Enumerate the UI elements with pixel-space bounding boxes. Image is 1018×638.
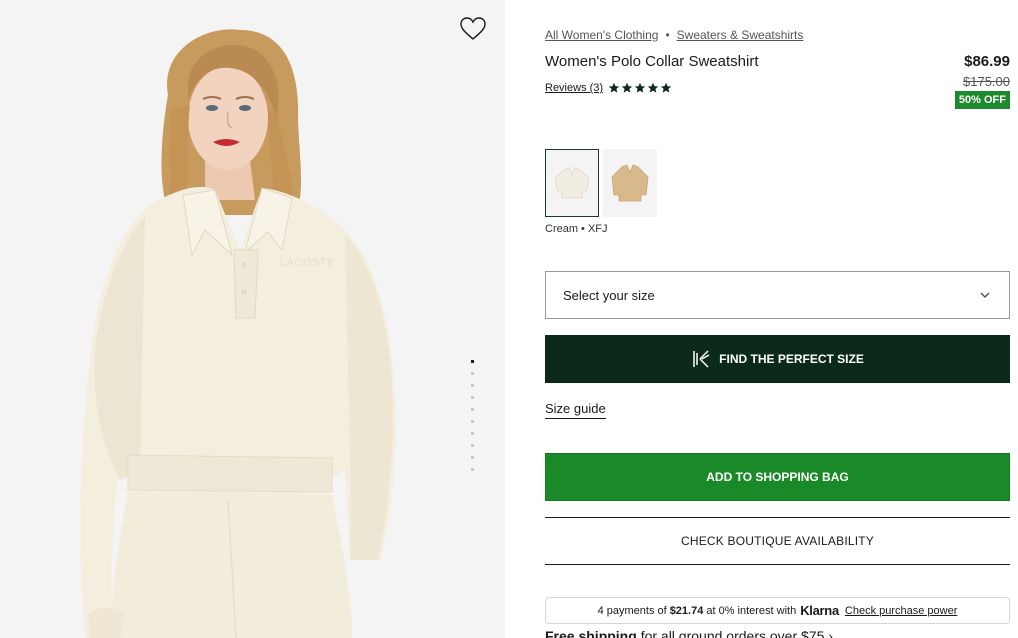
product-image: LACOSTE bbox=[80, 29, 396, 638]
chevron-down-icon bbox=[980, 292, 990, 299]
slide-dot[interactable] bbox=[471, 432, 474, 435]
klarna-prefix: 4 payments of bbox=[597, 604, 667, 617]
original-price: $175.00 bbox=[963, 74, 1010, 89]
price-box: $86.99 $175.00 50% OFF bbox=[954, 53, 1010, 109]
slide-dot[interactable] bbox=[471, 360, 474, 363]
breadcrumb: All Women's Clothing • Sweaters & Sweatshi… bbox=[545, 28, 803, 42]
breadcrumb-link-sweaters[interactable]: Sweaters & Sweatshirts bbox=[677, 28, 804, 42]
wishlist-heart-icon[interactable] bbox=[458, 15, 488, 43]
svg-text:LACOSTE: LACOSTE bbox=[280, 257, 335, 269]
discount-badge: 50% OFF bbox=[954, 91, 1010, 109]
breadcrumb-link-womens-clothing[interactable]: All Women's Clothing bbox=[545, 28, 658, 42]
product-info-panel: All Women's Clothing • Sweaters & Sweatshi… bbox=[545, 0, 1010, 638]
klarna-amount: $21.74 bbox=[669, 604, 704, 617]
size-select[interactable]: Select your size bbox=[545, 271, 1010, 319]
klarna-logo: Klarna bbox=[800, 603, 839, 618]
kiwi-sizing-icon bbox=[693, 350, 710, 368]
slide-dot[interactable] bbox=[471, 468, 474, 471]
slide-dot[interactable] bbox=[471, 456, 474, 459]
slide-dot[interactable] bbox=[471, 420, 474, 423]
swatch-beige[interactable] bbox=[603, 149, 657, 217]
rating-stars bbox=[608, 82, 672, 94]
product-title: Women's Polo Collar Sweatshirt bbox=[545, 53, 759, 70]
reviews-summary: Reviews (3) bbox=[545, 82, 672, 94]
chevron-right-icon: › bbox=[828, 628, 833, 638]
sweatshirt-thumbnail-icon bbox=[554, 167, 590, 199]
check-boutique-button[interactable]: CHECK BOUTIQUE AVAILABILITY bbox=[545, 517, 1010, 565]
size-select-placeholder: Select your size bbox=[563, 287, 655, 303]
slide-dot[interactable] bbox=[471, 408, 474, 411]
slide-dot[interactable] bbox=[471, 444, 474, 447]
reviews-link[interactable]: Reviews (3) bbox=[545, 82, 603, 94]
product-image-gallery[interactable]: LACOSTE bbox=[0, 0, 505, 638]
sweatshirt-thumbnail-icon bbox=[611, 164, 649, 202]
breadcrumb-separator: • bbox=[665, 28, 670, 42]
sale-price: $86.99 bbox=[964, 53, 1010, 70]
free-shipping-label: Free shipping bbox=[545, 628, 637, 638]
slide-dot[interactable] bbox=[471, 396, 474, 399]
slide-dot[interactable] bbox=[471, 384, 474, 387]
free-shipping-text: for all ground orders over $75 bbox=[640, 628, 825, 638]
slide-indicator[interactable] bbox=[470, 358, 476, 476]
find-perfect-size-button[interactable]: FIND THE PERFECT SIZE bbox=[545, 335, 1010, 383]
klarna-banner: 4 payments of $21.74 at 0% interest with… bbox=[545, 597, 1010, 624]
selected-color-label: Cream • XFJ bbox=[545, 223, 608, 235]
star-icon bbox=[647, 82, 659, 93]
klarna-link[interactable]: Check purchase power bbox=[845, 605, 958, 617]
star-icon bbox=[634, 82, 646, 93]
slide-dot[interactable] bbox=[471, 372, 474, 375]
star-icon bbox=[621, 82, 633, 93]
size-guide-link[interactable]: Size guide bbox=[545, 401, 606, 419]
star-icon bbox=[608, 82, 620, 93]
find-perfect-size-label: FIND THE PERFECT SIZE bbox=[719, 352, 864, 366]
color-swatches bbox=[545, 149, 657, 217]
add-to-bag-button[interactable]: ADD TO SHOPPING BAG bbox=[545, 453, 1010, 501]
free-shipping-note[interactable]: Free shipping for all ground orders over… bbox=[545, 628, 833, 638]
swatch-cream[interactable] bbox=[545, 149, 599, 217]
klarna-suffix: at 0% interest with bbox=[706, 604, 797, 617]
star-icon bbox=[660, 82, 672, 93]
